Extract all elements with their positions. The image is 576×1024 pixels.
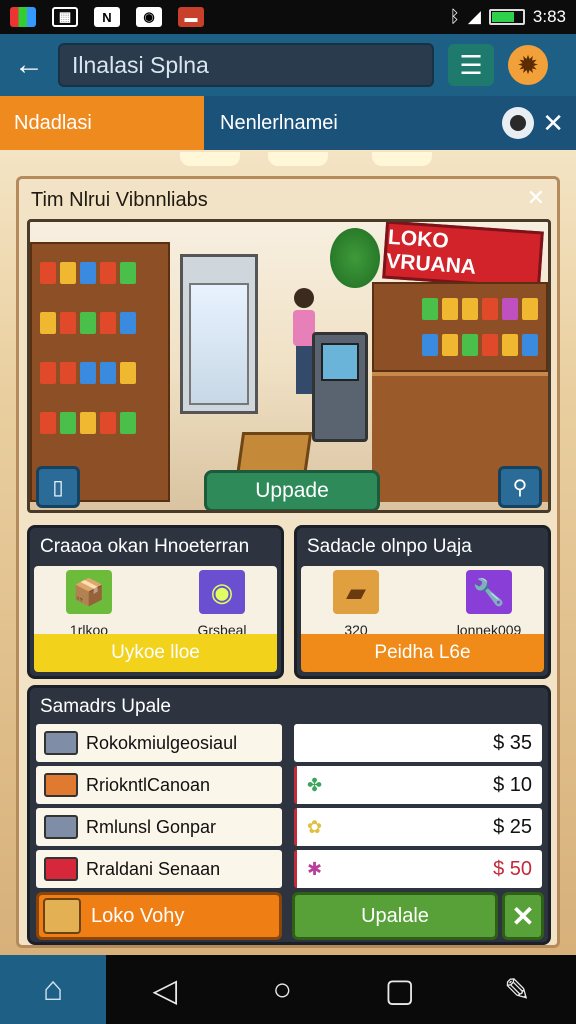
box-icon: 📦 bbox=[66, 570, 112, 614]
search-icon[interactable]: ⚲ bbox=[498, 466, 542, 508]
list-item[interactable]: Rraldani Senaan bbox=[36, 850, 282, 888]
price-row: $ 35 bbox=[294, 724, 542, 762]
home-icon[interactable]: ⌂ bbox=[0, 955, 106, 1024]
tab-nenlerlnamei[interactable]: Nenlerlnamei ✕ bbox=[204, 96, 576, 150]
upalale-button[interactable]: Upalale bbox=[292, 892, 498, 940]
list-icon: ☰ bbox=[459, 49, 483, 80]
price-row: ✤ $ 10 bbox=[294, 766, 542, 804]
list-item[interactable]: Rmlunsl Gonpar bbox=[36, 808, 282, 846]
signal-icon: ◢ bbox=[467, 7, 481, 26]
tab-ndadlasi[interactable]: Ndadlasi bbox=[0, 96, 204, 150]
flower-icon: ✿ bbox=[307, 816, 323, 837]
update-list: Samadrs Upale Rokokmiulgeosiaul $ 35 Rri… bbox=[27, 685, 551, 945]
price-row: ✿ $ 25 bbox=[294, 808, 542, 846]
bluetooth-icon: ᛒ bbox=[449, 7, 460, 26]
crate-icon bbox=[44, 773, 78, 797]
wrench-icon: 🔧 bbox=[466, 570, 512, 614]
card-item[interactable]: 🔧 lonnek009 bbox=[434, 570, 544, 638]
recents-icon[interactable]: ▢ bbox=[341, 955, 459, 1024]
crate-icon bbox=[44, 815, 78, 839]
edit-icon[interactable]: ✎ bbox=[459, 955, 576, 1024]
crate-icon bbox=[44, 857, 78, 881]
resource-cards: Craaoa okan Hnoeterran 📦 1rlkoo ◉ Grsbea… bbox=[27, 525, 551, 679]
notification-icon: ▬ bbox=[178, 7, 204, 27]
card-item[interactable]: ◉ Grsbeal bbox=[167, 570, 277, 638]
back-arrow-icon[interactable]: ← bbox=[14, 48, 58, 82]
search-field[interactable]: Ilnalasi Splna bbox=[58, 43, 434, 87]
crate-icon bbox=[44, 731, 78, 755]
card-item[interactable]: ▰ 320 bbox=[301, 570, 411, 638]
status-bar: ▦ N ◉ ▬ ᛒ ◢ 3:83 bbox=[0, 0, 576, 34]
gear-icon[interactable]: ✹ bbox=[508, 45, 548, 85]
right-shelf bbox=[372, 282, 548, 372]
price-row: ✱ $ 50 bbox=[294, 850, 542, 888]
tablet-icon[interactable]: ▯ bbox=[36, 466, 80, 508]
back-icon[interactable]: ◁ bbox=[106, 955, 224, 1024]
card-item[interactable]: 📦 1rlkoo bbox=[34, 570, 144, 638]
store-illustration: LOKO VRUANA ▯ ⚲ Uppade bbox=[27, 219, 551, 513]
list-item[interactable]: Rokokmiulgeosiaul bbox=[36, 724, 282, 762]
list-title: Samadrs Upale bbox=[40, 696, 171, 717]
card-right: Sadacle olnpo Uaja ▰ 320 🔧 lonnek009 Pei… bbox=[294, 525, 551, 679]
card-title: Craaoa okan Hnoeterran bbox=[40, 536, 250, 557]
battery-icon bbox=[488, 9, 525, 25]
panel-title: Tim Nlrui Vibnnliabs bbox=[31, 189, 208, 211]
navigation-bar: ⌂ ◁ ○ ▢ ✎ bbox=[0, 955, 576, 1024]
update-button[interactable]: Uppade bbox=[204, 470, 380, 510]
fridge bbox=[180, 254, 258, 414]
tab-bar: Ndadlasi Nenlerlnamei ✕ bbox=[0, 96, 576, 150]
card-footer-button[interactable]: Peidha L6e bbox=[301, 634, 544, 672]
record-icon[interactable] bbox=[502, 107, 534, 139]
list-item[interactable]: RriokntlCanoan bbox=[36, 766, 282, 804]
close-icon[interactable]: ✕ bbox=[502, 892, 544, 940]
plant bbox=[330, 228, 380, 288]
close-icon[interactable]: ✕ bbox=[542, 108, 564, 139]
clover-icon: ✤ bbox=[307, 774, 323, 795]
menu-button[interactable]: ☰ bbox=[448, 44, 494, 86]
photo-icon bbox=[10, 7, 36, 27]
panel-close-icon[interactable]: ✕ bbox=[527, 185, 545, 211]
app-bar: ← Ilnalasi Splna ☰ ✹ bbox=[0, 34, 576, 96]
card-left: Craaoa okan Hnoeterran 📦 1rlkoo ◉ Grsbea… bbox=[27, 525, 284, 679]
camera-icon: ◉ bbox=[199, 570, 245, 614]
wood-icon: ▰ bbox=[333, 570, 379, 614]
home-circle-icon[interactable]: ○ bbox=[224, 955, 342, 1024]
loko-vohy-button[interactable]: Loko Vohy bbox=[36, 892, 282, 940]
kiosk bbox=[312, 332, 368, 442]
tab-label: Nenlerlnamei bbox=[220, 111, 338, 134]
box-icon bbox=[43, 898, 81, 934]
store-sign: LOKO VRUANA bbox=[382, 222, 544, 290]
image-icon: ▦ bbox=[52, 7, 78, 27]
card-title: Sadacle olnpo Uaja bbox=[307, 536, 472, 557]
camera-icon: ◉ bbox=[136, 7, 162, 27]
n-app-icon: N bbox=[94, 7, 120, 27]
store-panel: Tim Nlrui Vibnnliabs ✕ LOKO VRUANA ▯ ⚲ U… bbox=[16, 176, 560, 948]
flower-icon: ✱ bbox=[307, 858, 323, 879]
card-footer-button[interactable]: Uykoe lloe bbox=[34, 634, 277, 672]
clock: 3:83 bbox=[532, 7, 566, 26]
